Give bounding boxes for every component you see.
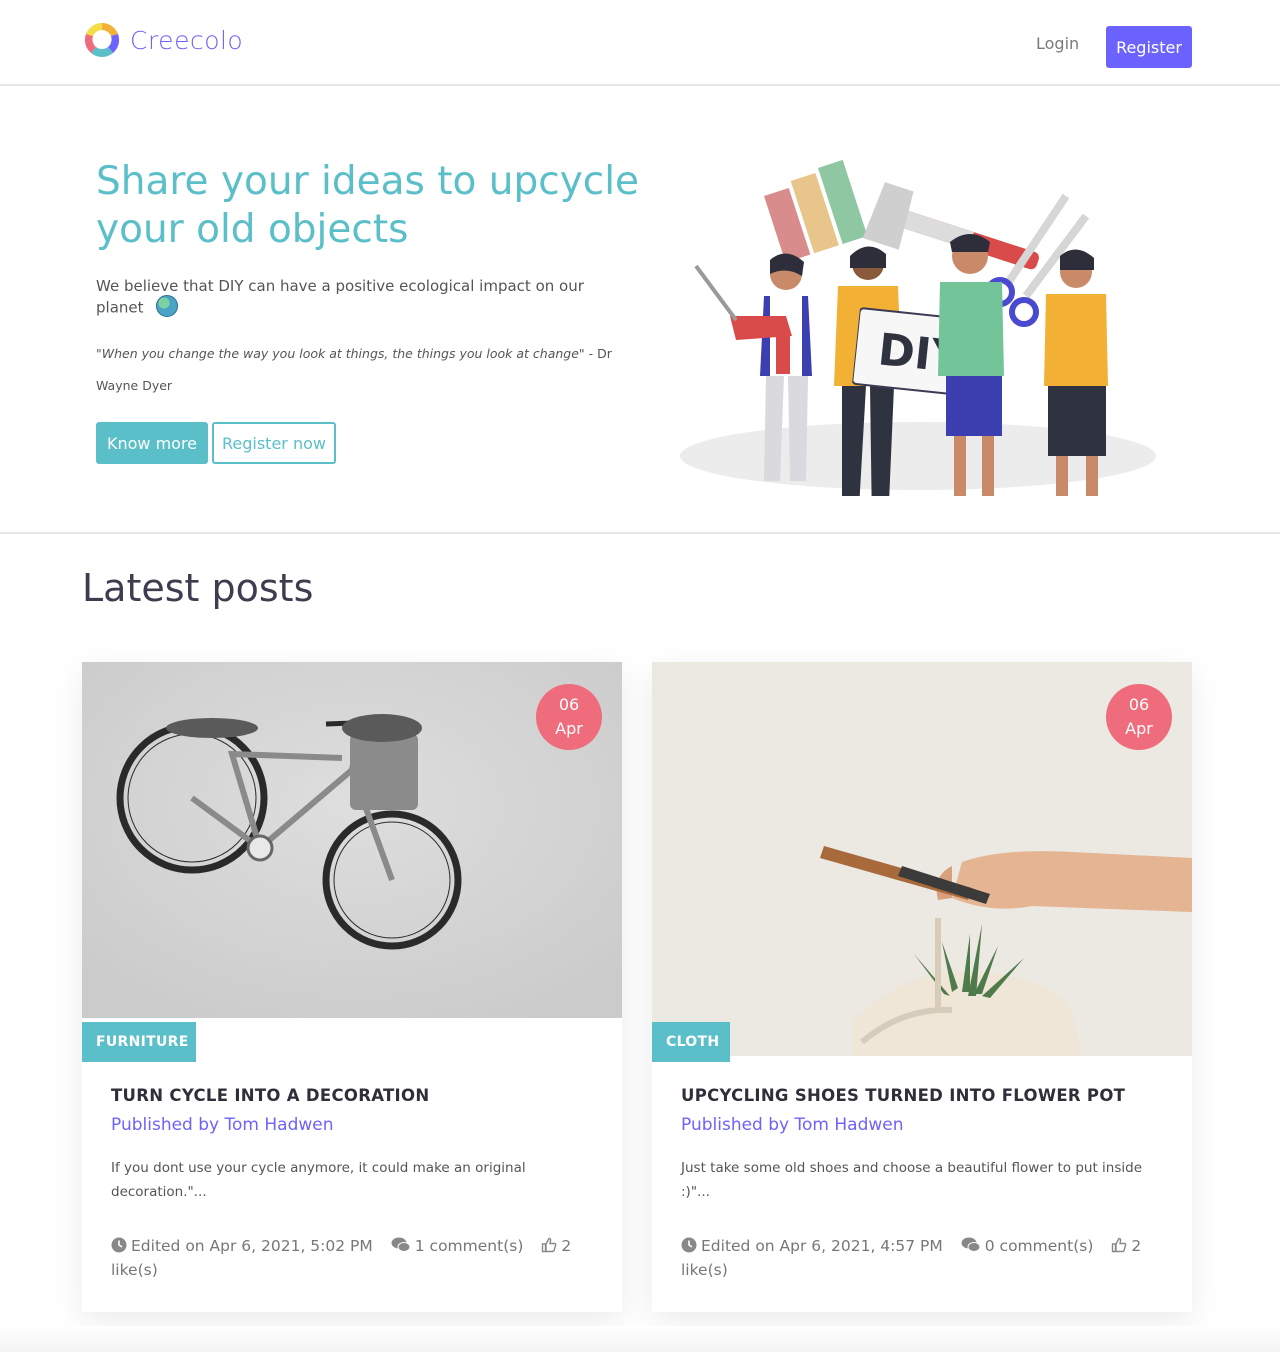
logo-text: Creecolo xyxy=(130,25,244,55)
globe-icon xyxy=(155,295,178,317)
hero-description: We believe that DIY can have a positive … xyxy=(96,276,616,319)
date-day: 06 xyxy=(558,695,580,714)
category-tag[interactable]: FURNITURE xyxy=(82,1022,196,1062)
quote-text: "When you change the way you look at thi… xyxy=(96,346,585,361)
comments-icon xyxy=(391,1237,411,1252)
post-title[interactable]: UPCYCLING SHOES TURNED INTO FLOWER POT xyxy=(681,1086,1125,1105)
post-title[interactable]: TURN CYCLE INTO A DECORATION xyxy=(111,1086,429,1105)
navbar: Creecolo Login Register xyxy=(0,0,1280,86)
latest-posts-title: Latest posts xyxy=(82,566,314,610)
thumbs-up-icon[interactable] xyxy=(1111,1237,1127,1253)
date-month: Apr xyxy=(1125,719,1153,738)
page-bottom-edge xyxy=(0,1326,1280,1352)
hero-section: Share your ideas to upcycle your old obj… xyxy=(0,86,1280,534)
post-meta: Edited on Apr 6, 2021, 4:57 PM 0 comment(… xyxy=(681,1234,1161,1282)
post-author-link[interactable]: Published by Tom Hadwen xyxy=(681,1115,904,1135)
login-link[interactable]: Login xyxy=(1036,34,1079,53)
clock-icon xyxy=(681,1237,697,1252)
post-author-link[interactable]: Published by Tom Hadwen xyxy=(111,1115,334,1135)
post-edited: Edited on Apr 6, 2021, 5:02 PM xyxy=(131,1237,373,1255)
hero-quote: "When you change the way you look at thi… xyxy=(96,338,626,402)
comments-icon xyxy=(961,1237,981,1252)
post-excerpt: Just take some old shoes and choose a be… xyxy=(681,1160,1142,1200)
date-badge: 06 Apr xyxy=(1106,684,1172,750)
thumbs-up-icon[interactable] xyxy=(541,1237,557,1253)
date-badge: 06 Apr xyxy=(536,684,602,750)
post-comments[interactable]: 1 comment(s) xyxy=(415,1237,524,1255)
date-day: 06 xyxy=(1128,695,1150,714)
post-card[interactable]: 06 Apr CLOTH UPCYCLING SHOES TURNED INTO… xyxy=(652,662,1192,1312)
date-month: Apr xyxy=(555,719,583,738)
know-more-button[interactable]: Know more xyxy=(96,422,208,464)
register-button[interactable]: Register xyxy=(1106,26,1192,68)
category-tag[interactable]: CLOTH xyxy=(652,1022,730,1062)
post-edited: Edited on Apr 6, 2021, 4:57 PM xyxy=(701,1237,943,1255)
post-comments[interactable]: 0 comment(s) xyxy=(985,1237,1094,1255)
register-now-button[interactable]: Register now xyxy=(212,422,336,464)
logo-icon xyxy=(84,22,120,58)
hero-title: Share your ideas to upcycle your old obj… xyxy=(96,159,640,252)
clock-icon xyxy=(111,1237,127,1252)
post-excerpt: If you dont use your cycle anymore, it c… xyxy=(111,1160,526,1200)
post-card[interactable]: 06 Apr FURNITURE TURN CYCLE INTO A DECOR… xyxy=(82,662,622,1312)
diy-illustration: DIY xyxy=(680,159,1156,496)
post-meta: Edited on Apr 6, 2021, 5:02 PM 1 comment(… xyxy=(111,1234,591,1282)
logo[interactable]: Creecolo xyxy=(82,20,243,60)
